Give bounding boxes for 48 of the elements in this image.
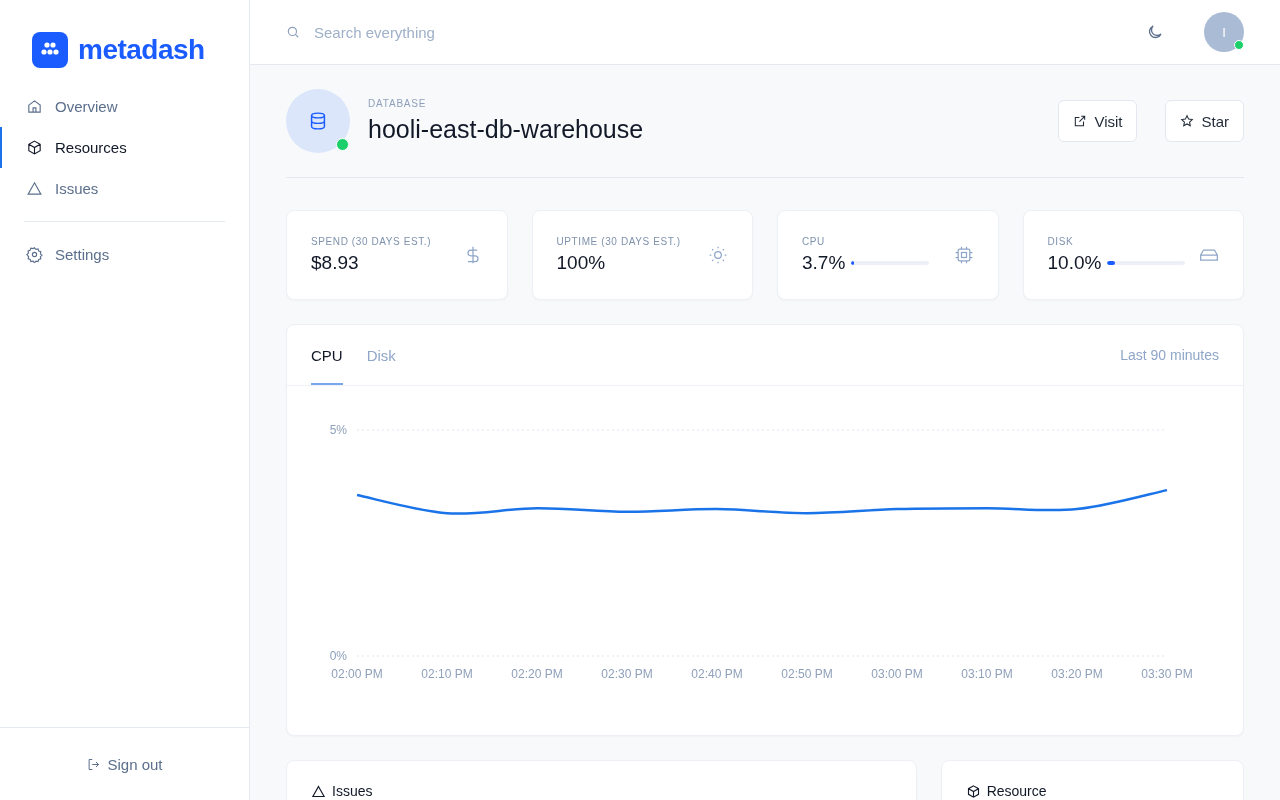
y-tick-label: 0% bbox=[329, 649, 347, 663]
logo-icon bbox=[32, 32, 68, 68]
search-icon bbox=[286, 25, 300, 39]
stat-label: UPTIME (30 DAYS EST.) bbox=[556, 236, 682, 247]
chart-tab[interactable]: CPU bbox=[311, 325, 343, 385]
settings-icon bbox=[26, 246, 43, 263]
star-icon bbox=[1180, 114, 1195, 128]
panel-title: Resource bbox=[986, 783, 1047, 799]
cube-icon bbox=[965, 783, 981, 799]
x-tick-label: 02:10 PM bbox=[421, 667, 473, 680]
moon-icon[interactable] bbox=[1146, 23, 1164, 41]
chip-icon bbox=[953, 245, 974, 265]
resource-type: DATABASE bbox=[368, 98, 428, 109]
x-tick-label: 03:10 PM bbox=[961, 667, 1013, 680]
sign-out-link[interactable]: Sign out bbox=[86, 755, 163, 773]
stat-value: $8.93 bbox=[311, 252, 359, 274]
stat-label: DISK bbox=[1047, 236, 1075, 247]
visit-button[interactable]: Visit bbox=[1058, 100, 1138, 142]
x-tick-label: 03:00 PM bbox=[871, 667, 923, 680]
stat-label: CPU bbox=[802, 236, 826, 247]
brand-name: metadash bbox=[78, 34, 205, 66]
x-tick-label: 02:20 PM bbox=[511, 667, 563, 680]
stat-value: 100% bbox=[556, 252, 606, 274]
x-tick-label: 02:30 PM bbox=[601, 667, 653, 680]
search-input[interactable]: Search everything bbox=[312, 22, 1134, 42]
home-icon bbox=[26, 98, 43, 115]
sidebar-item[interactable]: Overview bbox=[0, 86, 249, 127]
external-link-icon bbox=[1073, 114, 1088, 128]
x-tick-label: 02:50 PM bbox=[781, 667, 833, 680]
stat-value: 10.0% bbox=[1047, 252, 1102, 274]
sign-out-icon bbox=[86, 756, 102, 772]
sun-icon bbox=[708, 245, 728, 265]
stat-label: SPEND (30 DAYS EST.) bbox=[311, 236, 433, 247]
x-tick-label: 03:20 PM bbox=[1051, 667, 1103, 680]
triangle-icon bbox=[311, 783, 326, 799]
sidebar-item[interactable]: Settings bbox=[0, 234, 249, 275]
star-button[interactable]: Star bbox=[1165, 100, 1244, 142]
triangle-icon bbox=[26, 180, 43, 197]
x-tick-label: 02:40 PM bbox=[691, 667, 743, 680]
x-tick-label: 02:00 PM bbox=[331, 667, 383, 680]
panel-title: Issues bbox=[332, 783, 373, 799]
cube-icon bbox=[26, 139, 43, 156]
resource-name: hooli-east-db-warehouse bbox=[368, 115, 644, 144]
search-field[interactable]: Search everything bbox=[286, 12, 1134, 52]
x-tick-label: 03:30 PM bbox=[1141, 667, 1193, 680]
sidebar-item[interactable]: Issues bbox=[0, 168, 249, 209]
y-tick-label: 5% bbox=[329, 423, 347, 437]
stat-value: 3.7% bbox=[802, 252, 846, 274]
